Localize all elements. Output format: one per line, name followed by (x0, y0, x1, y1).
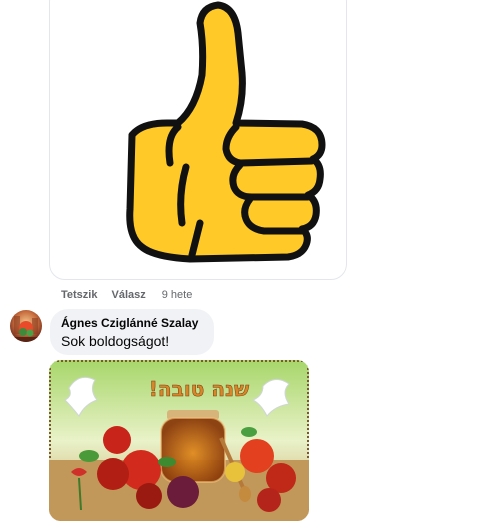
reply-button[interactable]: Válasz (111, 289, 145, 301)
thumbs-up-sticker[interactable] (49, 0, 347, 280)
comment-actions: Tetszik Válasz 9 hete (61, 288, 192, 302)
comment-author[interactable]: Ágnes Cziglánné Szalay (61, 316, 214, 331)
avatar[interactable] (10, 310, 42, 342)
avatar-image (10, 310, 42, 342)
comment-timestamp[interactable]: 9 hete (162, 289, 193, 301)
greeting-image-art: שנה טובה! (49, 360, 309, 521)
thumbs-up-icon (126, 1, 326, 263)
comment-text: Sok boldogságot! (61, 333, 170, 349)
like-button[interactable]: Tetszik (61, 289, 97, 301)
hebrew-greeting: שנה טובה! (149, 377, 249, 401)
comment-bubble: Ágnes Cziglánné Szalay Sok boldogságot! (50, 309, 214, 355)
greeting-image[interactable]: שנה טובה! (49, 360, 309, 521)
